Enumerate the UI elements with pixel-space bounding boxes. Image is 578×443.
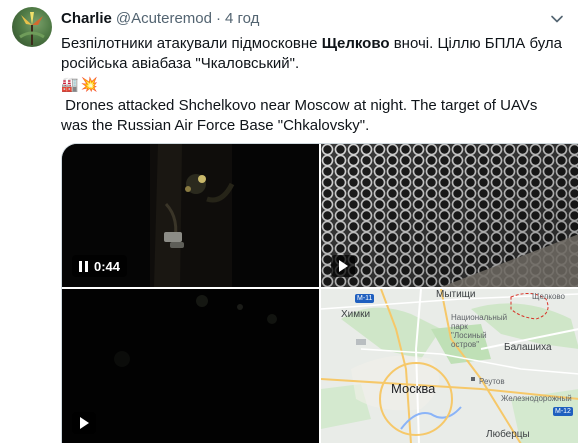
chevron-down-icon <box>551 15 563 23</box>
tweet-time[interactable]: 4 год <box>225 10 259 27</box>
map-label-mytishchi: Мытищи <box>436 289 476 300</box>
more-options-button[interactable] <box>544 6 570 32</box>
video-2[interactable] <box>321 144 578 287</box>
author-name[interactable]: Charlie <box>61 10 112 27</box>
play-icon <box>338 260 348 272</box>
map-label-schelkovo: Щелково <box>532 292 565 301</box>
road-shield-m12: M-12 <box>553 407 573 416</box>
map-label-balashikha: Балашиха <box>504 342 552 353</box>
tweet-text-uk-part: Безпілотники атакували підмосковне <box>61 35 322 52</box>
video-3[interactable] <box>62 289 319 443</box>
play-icon <box>79 417 89 429</box>
video-2-play-button[interactable] <box>331 255 355 277</box>
tweet-header: Charlie @Acuteremod · 4 год <box>61 10 259 28</box>
tweet-text-uk: Безпілотники атакували підмосковне Щелко… <box>61 34 567 73</box>
separator-dot: · <box>215 10 221 27</box>
tweet-text-en-body: Drones attacked Shchelkovo near Moscow a… <box>61 97 538 134</box>
video-3-thumbnail <box>62 289 319 443</box>
emoji-line: 🏭 💥 <box>61 74 567 96</box>
map-label-reutov: Реутов <box>479 377 505 386</box>
map-label-park: Национальный парк "Лосиный остров" <box>451 313 508 349</box>
author-handle[interactable]: @Acuteremod <box>116 10 212 27</box>
map-label-khimki: Химки <box>341 309 371 320</box>
pause-icon <box>79 260 88 272</box>
map-label-moscow: Москва <box>391 381 436 396</box>
tweet[interactable]: Charlie @Acuteremod · 4 год Безпілотники ат… <box>0 0 578 443</box>
map-label-zheleznodorozhny: Железнодорожный <box>501 394 572 403</box>
road-shield-m11: M-11 <box>355 294 375 303</box>
video-1-badge[interactable]: 0:44 <box>72 255 128 277</box>
tweet-text-uk-bold: Щелково <box>321 35 390 52</box>
video-3-play-button[interactable] <box>72 412 96 434</box>
video-2-thumbnail <box>321 144 578 287</box>
factory-emoji: 🏭 <box>61 76 79 93</box>
tweet-text: Безпілотники атакували підмосковне Щелко… <box>61 34 567 135</box>
collision-emoji: 💥 <box>80 76 98 93</box>
tweet-text-en: Drones attacked Shchelkovo near Moscow a… <box>61 96 567 135</box>
video-1[interactable]: 0:44 <box>62 144 319 287</box>
map-image[interactable]: Мытищи Щелково Химки Национальный парк "… <box>321 289 578 443</box>
map-label-lyubertsy: Люберцы <box>486 429 530 440</box>
avatar[interactable] <box>12 7 52 47</box>
media-grid: 0:44 Мытищи Щелково Химки Национальный п… <box>61 143 578 443</box>
video-1-duration: 0:44 <box>94 258 121 274</box>
